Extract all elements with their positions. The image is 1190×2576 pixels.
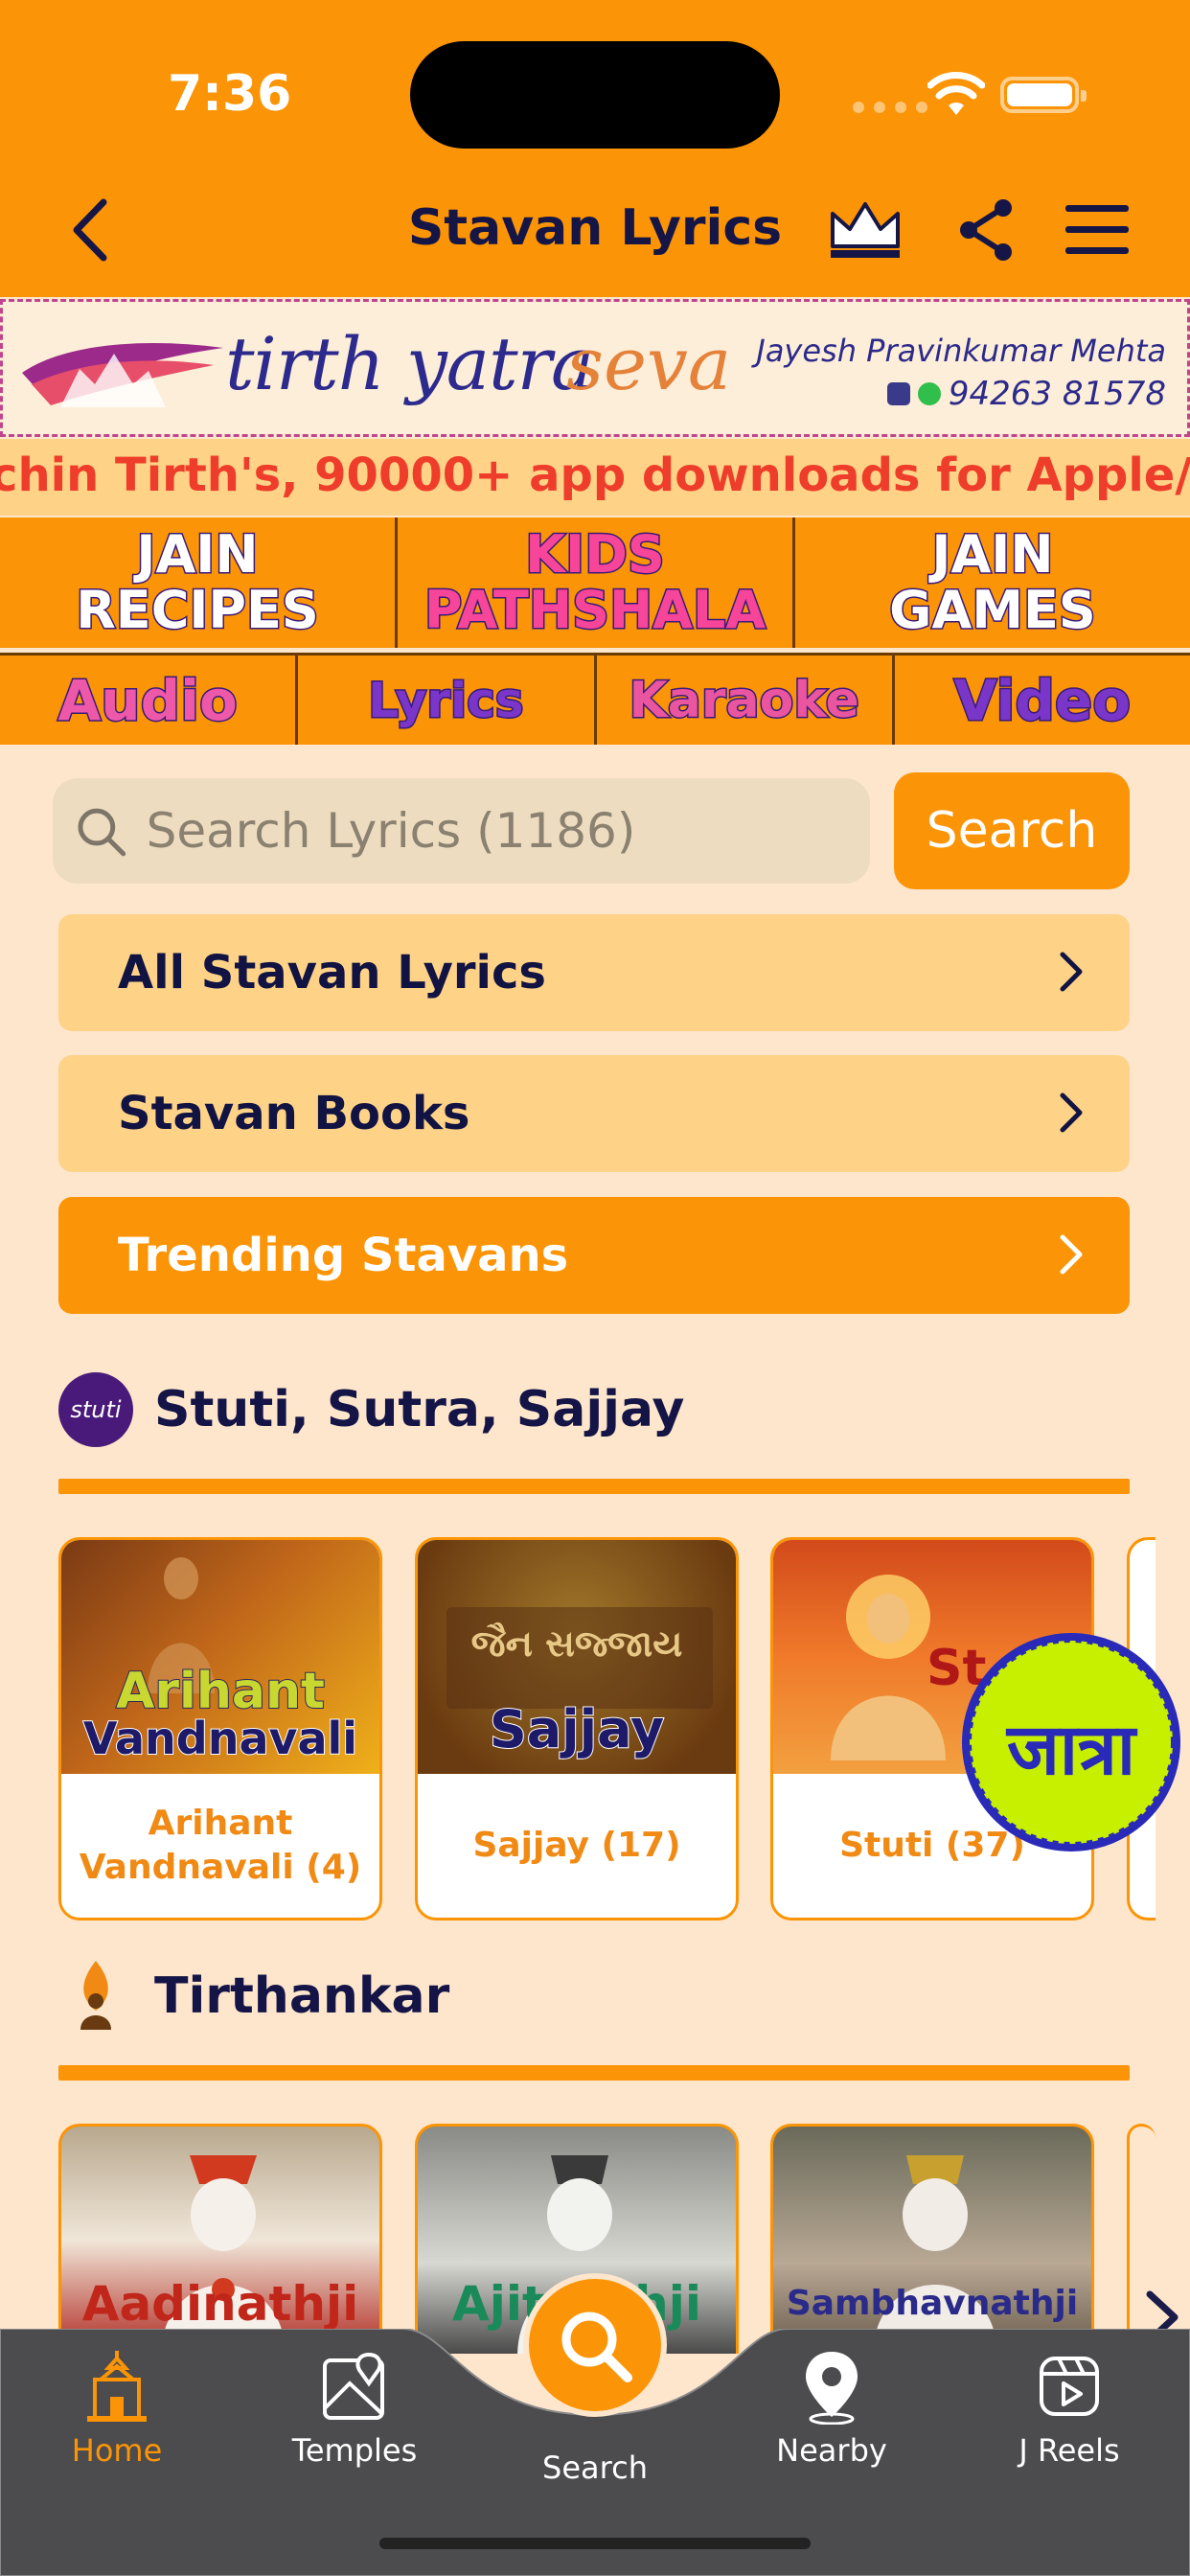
card-image-caption2: Sajjay xyxy=(489,1698,665,1760)
card-caption: Sambhavnathji xyxy=(786,2284,1079,2323)
search-icon xyxy=(561,2312,632,2382)
card-image: જૈન સજ્જાય Sajjay xyxy=(418,1540,736,1774)
tab-search-label: Search xyxy=(542,2450,648,2486)
kids-pathshala-tile[interactable]: KIDS PATHSHALA xyxy=(398,518,795,648)
card-image-caption1: Arihant xyxy=(115,1662,326,1721)
share-icon xyxy=(960,199,1012,261)
tab-lyrics-label: Lyrics xyxy=(367,671,525,729)
brand-name-part2: seva xyxy=(566,321,732,406)
tirthankar-icon xyxy=(58,1959,133,2034)
dynamic-island xyxy=(410,41,780,149)
brand-name-part1: tirth yatra xyxy=(225,321,594,406)
battery-icon xyxy=(1000,77,1087,113)
card-label: Sajjay (17) xyxy=(418,1774,736,1918)
search-field[interactable] xyxy=(53,778,870,884)
jain-recipes-line1: JAIN xyxy=(135,524,260,585)
whatsapp-icon xyxy=(917,382,941,405)
card-label-line2: Vandnavali (4) xyxy=(79,1848,362,1887)
crown-icon xyxy=(831,202,900,258)
share-button[interactable] xyxy=(943,187,1029,273)
tab-temples[interactable]: Temples xyxy=(259,2348,450,2469)
map-pin-icon xyxy=(316,2348,393,2425)
tab-home-label: Home xyxy=(71,2432,163,2469)
tab-temples-label: Temples xyxy=(291,2432,418,2469)
kids-pathshala-line2: PATHSHALA xyxy=(423,580,767,640)
tab-nearby-label: Nearby xyxy=(776,2432,887,2469)
contact-phone-number: 94263 81578 xyxy=(948,375,1166,413)
chevron-right-icon xyxy=(1060,1092,1083,1133)
section-divider xyxy=(58,1479,1130,1494)
category-row: JAIN RECIPES KIDS PATHSHALA JAIN GAMES xyxy=(0,518,1190,648)
card-sambhavnathji[interactable]: Sambhavnathji xyxy=(770,2124,1094,2354)
jain-games-line2: GAMES xyxy=(888,580,1098,640)
announcement-marquee: chin Tirth's, 90000+ app downloads for A… xyxy=(0,439,1190,516)
chevron-right-icon xyxy=(1060,1234,1083,1275)
tab-audio[interactable]: Audio xyxy=(0,656,299,745)
jain-recipes-tile[interactable]: JAIN RECIPES xyxy=(0,518,398,648)
section-tirthankar-title: Tirthankar xyxy=(154,1967,450,2025)
contact-name: Jayesh Pravinkumar Mehta xyxy=(756,333,1166,369)
all-stavan-lyrics-row[interactable]: All Stavan Lyrics xyxy=(58,914,1130,1031)
menu-button[interactable] xyxy=(1054,187,1140,273)
trending-stavans-label: Trending Stavans xyxy=(118,1229,569,1282)
trending-stavans-row[interactable]: Trending Stavans xyxy=(58,1197,1130,1314)
search-input[interactable] xyxy=(146,803,870,859)
marquee-text: chin Tirth's, 90000+ app downloads for A… xyxy=(0,448,1190,502)
tab-audio-label: Audio xyxy=(57,666,239,734)
card-label-line1: Arihant xyxy=(148,1804,293,1843)
stavan-books-label: Stavan Books xyxy=(118,1087,470,1140)
card-arihant-vandnavali[interactable]: Arihant Vandnavali Arihant Vandnavali (4) xyxy=(58,1537,382,1920)
jain-games-tile[interactable]: JAIN GAMES xyxy=(795,518,1190,648)
search-fab-button[interactable] xyxy=(523,2273,667,2417)
card-label-line1: Sajjay (17) xyxy=(472,1826,681,1865)
section-tirthankar-header: Tirthankar xyxy=(58,1959,449,2034)
stavan-books-row[interactable]: Stavan Books xyxy=(58,1055,1130,1172)
card-label: Arihant Vandnavali (4) xyxy=(61,1774,379,1918)
signal-icon xyxy=(853,102,927,113)
tab-search[interactable]: Search xyxy=(499,2442,691,2486)
card-caption: Aadinathji xyxy=(81,2276,359,2332)
reels-icon xyxy=(1031,2348,1108,2425)
jain-games-line1: JAIN xyxy=(930,524,1055,585)
search-button[interactable]: Search xyxy=(894,772,1130,889)
location-pin-icon xyxy=(793,2348,870,2425)
section-divider xyxy=(58,2065,1130,2081)
tab-karaoke[interactable]: Karaoke xyxy=(597,656,895,745)
card-image-caption1: જૈન સજ્જાય xyxy=(470,1622,683,1665)
tab-nearby[interactable]: Nearby xyxy=(736,2348,927,2469)
section-stuti-title: Stuti, Sutra, Sajjay xyxy=(154,1381,685,1438)
section-stuti-header: stuti Stuti, Sutra, Sajjay xyxy=(58,1372,684,1447)
tab-karaoke-label: Karaoke xyxy=(628,670,860,730)
premium-button[interactable] xyxy=(822,187,908,273)
jain-recipes-line2: RECIPES xyxy=(75,580,321,640)
temple-logo-icon xyxy=(22,343,223,407)
sponsor-banner[interactable]: tirth yatra seva Jayesh Pravinkumar Meht… xyxy=(0,299,1190,437)
card-aadinathji[interactable]: Aadinathji xyxy=(58,2124,382,2354)
contact-phone-row: 94263 81578 xyxy=(886,375,1166,413)
tab-video-label: Video xyxy=(952,666,1132,734)
wifi-icon xyxy=(927,72,985,115)
tab-lyrics[interactable]: Lyrics xyxy=(298,656,597,745)
kids-pathshala-line1: KIDS xyxy=(524,524,667,585)
tab-j-reels-label: J Reels xyxy=(1018,2432,1120,2469)
phone-icon xyxy=(886,382,910,405)
tab-j-reels[interactable]: J Reels xyxy=(973,2348,1165,2469)
media-tabs: Audio Lyrics Karaoke Video xyxy=(0,653,1190,745)
card-image: Arihant Vandnavali xyxy=(61,1540,379,1774)
hamburger-menu-icon xyxy=(1065,205,1129,254)
card-sajjay[interactable]: જૈન સજ્જાય Sajjay Sajjay (17) xyxy=(415,1537,739,1920)
chevron-right-icon xyxy=(1060,952,1083,992)
temple-home-icon xyxy=(79,2348,155,2425)
jatra-sticker[interactable]: जात्रा xyxy=(958,1629,1184,1855)
card-image-caption2: Vandnavali xyxy=(82,1712,358,1765)
sticker-text: जात्रा xyxy=(1006,1709,1136,1791)
search-icon xyxy=(78,808,126,857)
app-header: 7:36 Stavan Lyrics xyxy=(0,0,1190,297)
all-stavan-lyrics-label: All Stavan Lyrics xyxy=(118,946,546,1000)
stuti-icon: stuti xyxy=(58,1372,133,1447)
tab-home[interactable]: Home xyxy=(21,2348,213,2469)
status-time: 7:36 xyxy=(168,65,292,123)
tab-video[interactable]: Video xyxy=(895,656,1190,745)
home-indicator xyxy=(379,2538,811,2549)
